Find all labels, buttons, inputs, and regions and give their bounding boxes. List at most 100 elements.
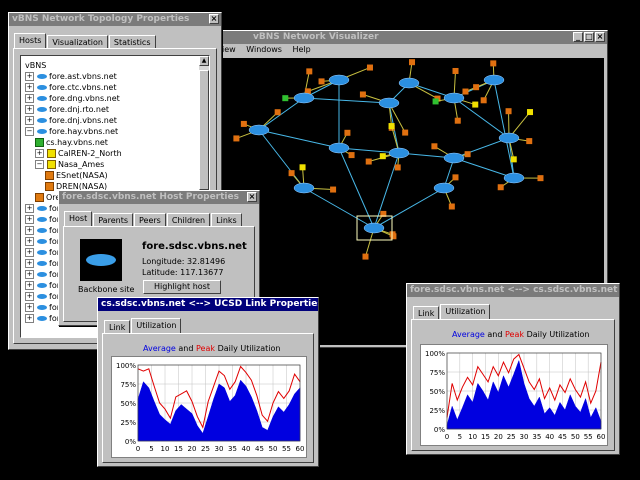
backbone-node: [328, 142, 350, 154]
leaf-node: [362, 253, 369, 260]
tree-item[interactable]: + fore.ctc.vbns.net: [25, 82, 117, 93]
utilization-chart-1: 100% 75% 50% 25% 0% 0 5 10 15 20 25 30 35 40 45 50 55 60: [111, 356, 307, 458]
tree-item-label: fore.dng.vbns.net: [49, 94, 120, 103]
heading-and: and: [178, 344, 194, 353]
expand-icon[interactable]: +: [25, 215, 34, 224]
leaf-node: [473, 84, 480, 91]
x-tick-label: 5: [458, 433, 462, 441]
expand-icon[interactable]: +: [35, 149, 44, 158]
collapse-icon[interactable]: −: [25, 127, 34, 136]
tab-peers[interactable]: Peers: [134, 213, 166, 227]
x-tick-label: 40: [545, 433, 554, 441]
tab-statistics[interactable]: Statistics: [108, 35, 156, 49]
expand-icon[interactable]: +: [25, 314, 34, 323]
tab-hosts[interactable]: Hosts: [14, 33, 47, 49]
tab-visualization[interactable]: Visualization: [47, 35, 108, 49]
expand-icon[interactable]: +: [25, 303, 34, 312]
chart-heading: Average and Peak Daily Utilization: [143, 344, 280, 353]
scroll-up-icon[interactable]: ▲: [199, 56, 209, 66]
x-tick-label: 35: [532, 433, 541, 441]
leaf-node: [288, 170, 295, 177]
tab-link[interactable]: Link: [413, 306, 440, 320]
expand-icon[interactable]: +: [25, 204, 34, 213]
x-tick-label: 5: [149, 445, 153, 453]
leaf-node: [240, 120, 247, 127]
tree-item[interactable]: vBNS: [25, 60, 46, 71]
tree-item[interactable]: + fore.dnj.vbns.net: [25, 115, 117, 126]
tree-item[interactable]: cs.hay.vbns.net: [35, 137, 108, 148]
expand-icon[interactable]: +: [25, 292, 34, 301]
tree-item-label: fore.dnj.rto.net: [49, 105, 110, 114]
x-tick-label: 10: [161, 445, 170, 453]
tree-item[interactable]: + fore.ast.vbns.net: [25, 71, 117, 82]
longitude-value: Longitude: 32.81496: [142, 257, 226, 266]
host-oval-icon: [37, 305, 47, 310]
tree-item[interactable]: − Nasa_Ames: [35, 159, 104, 170]
tab-utilization[interactable]: Utilization: [131, 318, 182, 334]
expand-icon[interactable]: +: [25, 72, 34, 81]
tree-item-label: fore.dnj.vbns.net: [49, 116, 117, 125]
site-cube-icon: [47, 160, 56, 169]
highlight-host-button[interactable]: Highlight host: [143, 280, 221, 294]
expand-icon[interactable]: +: [25, 94, 34, 103]
tab-link[interactable]: Link: [104, 320, 131, 334]
close-icon[interactable]: ×: [209, 14, 219, 24]
tree-item[interactable]: + fore.dnj.rto.net: [25, 104, 109, 115]
chart-heading: Average and Peak Daily Utilization: [452, 330, 589, 339]
tree-item[interactable]: + fore.dng.vbns.net: [25, 93, 120, 104]
expand-icon[interactable]: +: [25, 281, 34, 290]
x-tick-label: 15: [174, 445, 183, 453]
scroll-thumb[interactable]: [199, 70, 209, 190]
maximize-icon[interactable]: □: [584, 32, 594, 42]
expand-icon[interactable]: +: [25, 226, 34, 235]
leaf-node: [394, 164, 401, 171]
link2-titlebar[interactable]: fore.sdsc.vbns.net <--> cs.sdsc.vbns.net…: [407, 284, 619, 297]
x-tick-label: 20: [494, 433, 503, 441]
tab-parents[interactable]: Parents: [93, 213, 133, 227]
leaf-node: [462, 88, 469, 95]
expand-icon[interactable]: +: [25, 83, 34, 92]
menu-view[interactable]: iew: [222, 45, 236, 54]
menu-help[interactable]: Help: [293, 45, 311, 54]
menu-windows[interactable]: Windows: [246, 45, 282, 54]
link1-title: cs.sdsc.vbns.net <--> UCSD Link Properti…: [101, 299, 318, 309]
tab-utilization[interactable]: Utilization: [440, 304, 491, 320]
tab-host[interactable]: Host: [64, 211, 93, 227]
y-tick-label: 75%: [120, 381, 136, 389]
tree-item-label: Nasa_Ames: [58, 160, 105, 169]
close-icon[interactable]: ×: [595, 32, 605, 42]
tree-item-label: cs.hay.vbns.net: [46, 138, 108, 147]
y-tick-label: 75%: [429, 369, 445, 377]
host-oval-icon: [37, 74, 47, 79]
host-titlebar[interactable]: fore.sdsc.vbns.net Host Properties ×: [59, 191, 259, 204]
backbone-node: [378, 97, 400, 109]
expand-icon[interactable]: +: [25, 116, 34, 125]
utilization-plot-2: 100% 75% 50% 25% 0%0 5 10 15 20 25 30 35 40 45 50 55 60: [425, 350, 605, 441]
collapse-icon[interactable]: −: [35, 160, 44, 169]
tree-item[interactable]: ESnet(NASA): [45, 170, 108, 181]
host-oval-icon: [37, 283, 47, 288]
expand-icon[interactable]: +: [25, 270, 34, 279]
tree-item[interactable]: + CalREN-2_North: [35, 148, 122, 159]
x-tick-label: 25: [507, 433, 516, 441]
expand-icon[interactable]: +: [25, 259, 34, 268]
leaf-node: [330, 186, 337, 193]
leaf-node: [431, 143, 438, 150]
expand-icon[interactable]: +: [25, 105, 34, 114]
visualizer-titlebar[interactable]: vBNS Network Visualizer _ □ ×: [206, 31, 607, 44]
expand-icon[interactable]: +: [25, 237, 34, 246]
tree-item-label: vBNS: [25, 61, 47, 70]
tab-links[interactable]: Links: [211, 213, 242, 227]
minimize-icon[interactable]: _: [573, 32, 583, 42]
host-oval-icon: [37, 250, 47, 255]
topology-titlebar[interactable]: vBNS Network Topology Properties ×: [9, 13, 221, 26]
y-tick-label: 100%: [116, 362, 136, 370]
expand-icon[interactable]: +: [25, 248, 34, 257]
host-oval-icon: [37, 85, 47, 90]
leaf-node: [365, 158, 372, 165]
link1-titlebar[interactable]: cs.sdsc.vbns.net <--> UCSD Link Properti…: [98, 298, 318, 311]
close-icon[interactable]: ×: [247, 192, 257, 202]
tab-children[interactable]: Children: [166, 213, 211, 227]
tree-item[interactable]: − fore.hay.vbns.net: [25, 126, 118, 137]
x-tick-label: 0: [445, 433, 449, 441]
